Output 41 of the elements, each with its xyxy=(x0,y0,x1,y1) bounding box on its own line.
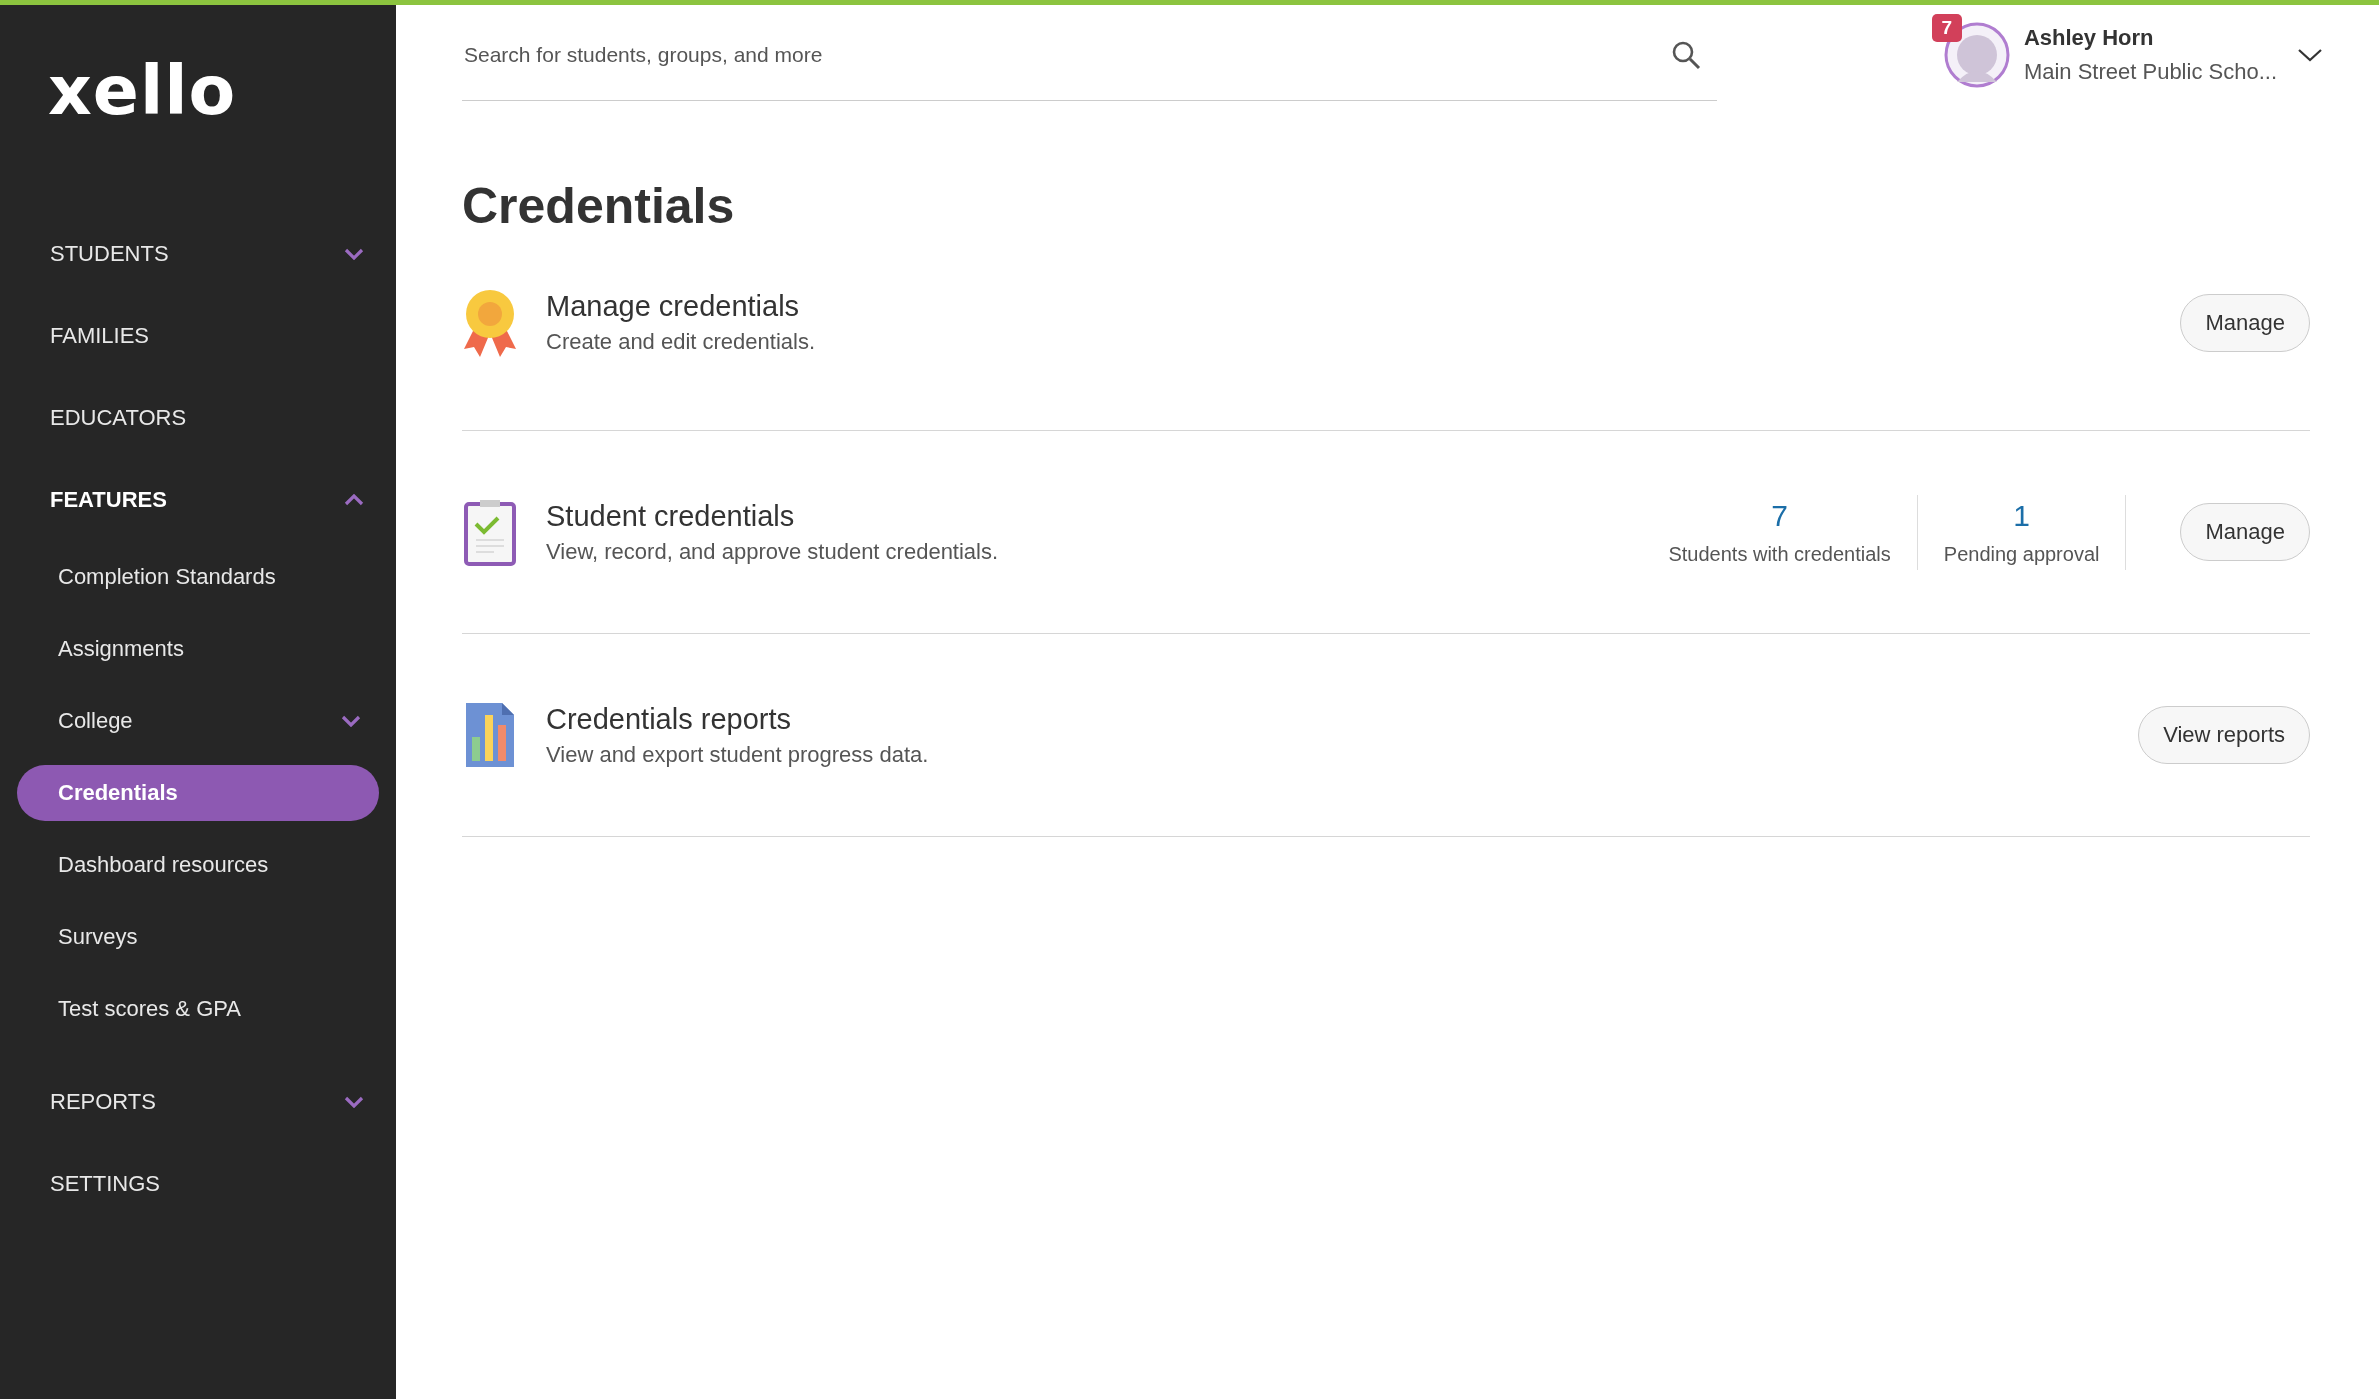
stat-value: 1 xyxy=(2013,498,2030,533)
nav-section[interactable]: FAMILIES xyxy=(0,295,396,377)
stat-value: 7 xyxy=(1771,498,1788,533)
school-name: Main Street Public Scho... xyxy=(2023,59,2277,85)
clipboard-check-icon xyxy=(462,498,518,566)
section-title: Student credentials xyxy=(546,499,796,533)
search-icon xyxy=(1671,39,1701,70)
notification-badge: 7 xyxy=(1931,14,1962,42)
search-field[interactable]: Search for students, groups, and more xyxy=(462,41,1671,68)
nav-section[interactable]: STUDENTS xyxy=(0,213,396,295)
nav-item[interactable]: Completion Standards xyxy=(17,549,379,605)
nav-item[interactable]: Surveys xyxy=(17,909,379,965)
nav-section[interactable]: EDUCATORS xyxy=(0,377,396,459)
chevron-icon xyxy=(344,1096,364,1108)
stat-label: Students with credentials xyxy=(1668,542,1891,566)
nav-section[interactable]: FEATURES xyxy=(0,459,396,541)
stat-label: Pending approval xyxy=(1943,542,2100,566)
chevron-icon xyxy=(341,715,361,727)
nav-section[interactable]: REPORTS xyxy=(0,1061,396,1143)
xello-logo: xello xyxy=(47,50,238,132)
section-description: View, record, and approve student credentials. xyxy=(546,538,1000,565)
chevron-icon xyxy=(344,494,364,506)
section-button[interactable]: Manage xyxy=(2180,503,2310,561)
nav-item[interactable]: College xyxy=(17,693,379,749)
section-button[interactable]: Manage xyxy=(2180,293,2310,352)
nav-item[interactable]: Test scores & GPA xyxy=(17,981,379,1037)
dropdown-chevron-icon[interactable] xyxy=(2297,47,2323,63)
award-ribbon-icon xyxy=(462,288,518,357)
user-name: Ashley Horn xyxy=(2023,25,2155,51)
nav-section[interactable]: SETTINGS xyxy=(0,1143,396,1225)
nav-item[interactable]: Assignments xyxy=(17,621,379,677)
avatar-icon[interactable] xyxy=(1943,22,2010,88)
nav-item[interactable]: Credentials xyxy=(17,765,379,821)
section-button[interactable]: View reports xyxy=(2138,706,2310,764)
section-description: Create and edit credentials. xyxy=(546,329,817,355)
chevron-icon xyxy=(344,248,364,260)
section-title: Manage credentials xyxy=(546,290,801,323)
nav-item[interactable]: Dashboard resources xyxy=(17,837,379,893)
page-title: Credentials xyxy=(462,177,736,235)
section-description: View and export student progress data. xyxy=(546,741,930,768)
section-title: Credentials reports xyxy=(546,702,792,736)
